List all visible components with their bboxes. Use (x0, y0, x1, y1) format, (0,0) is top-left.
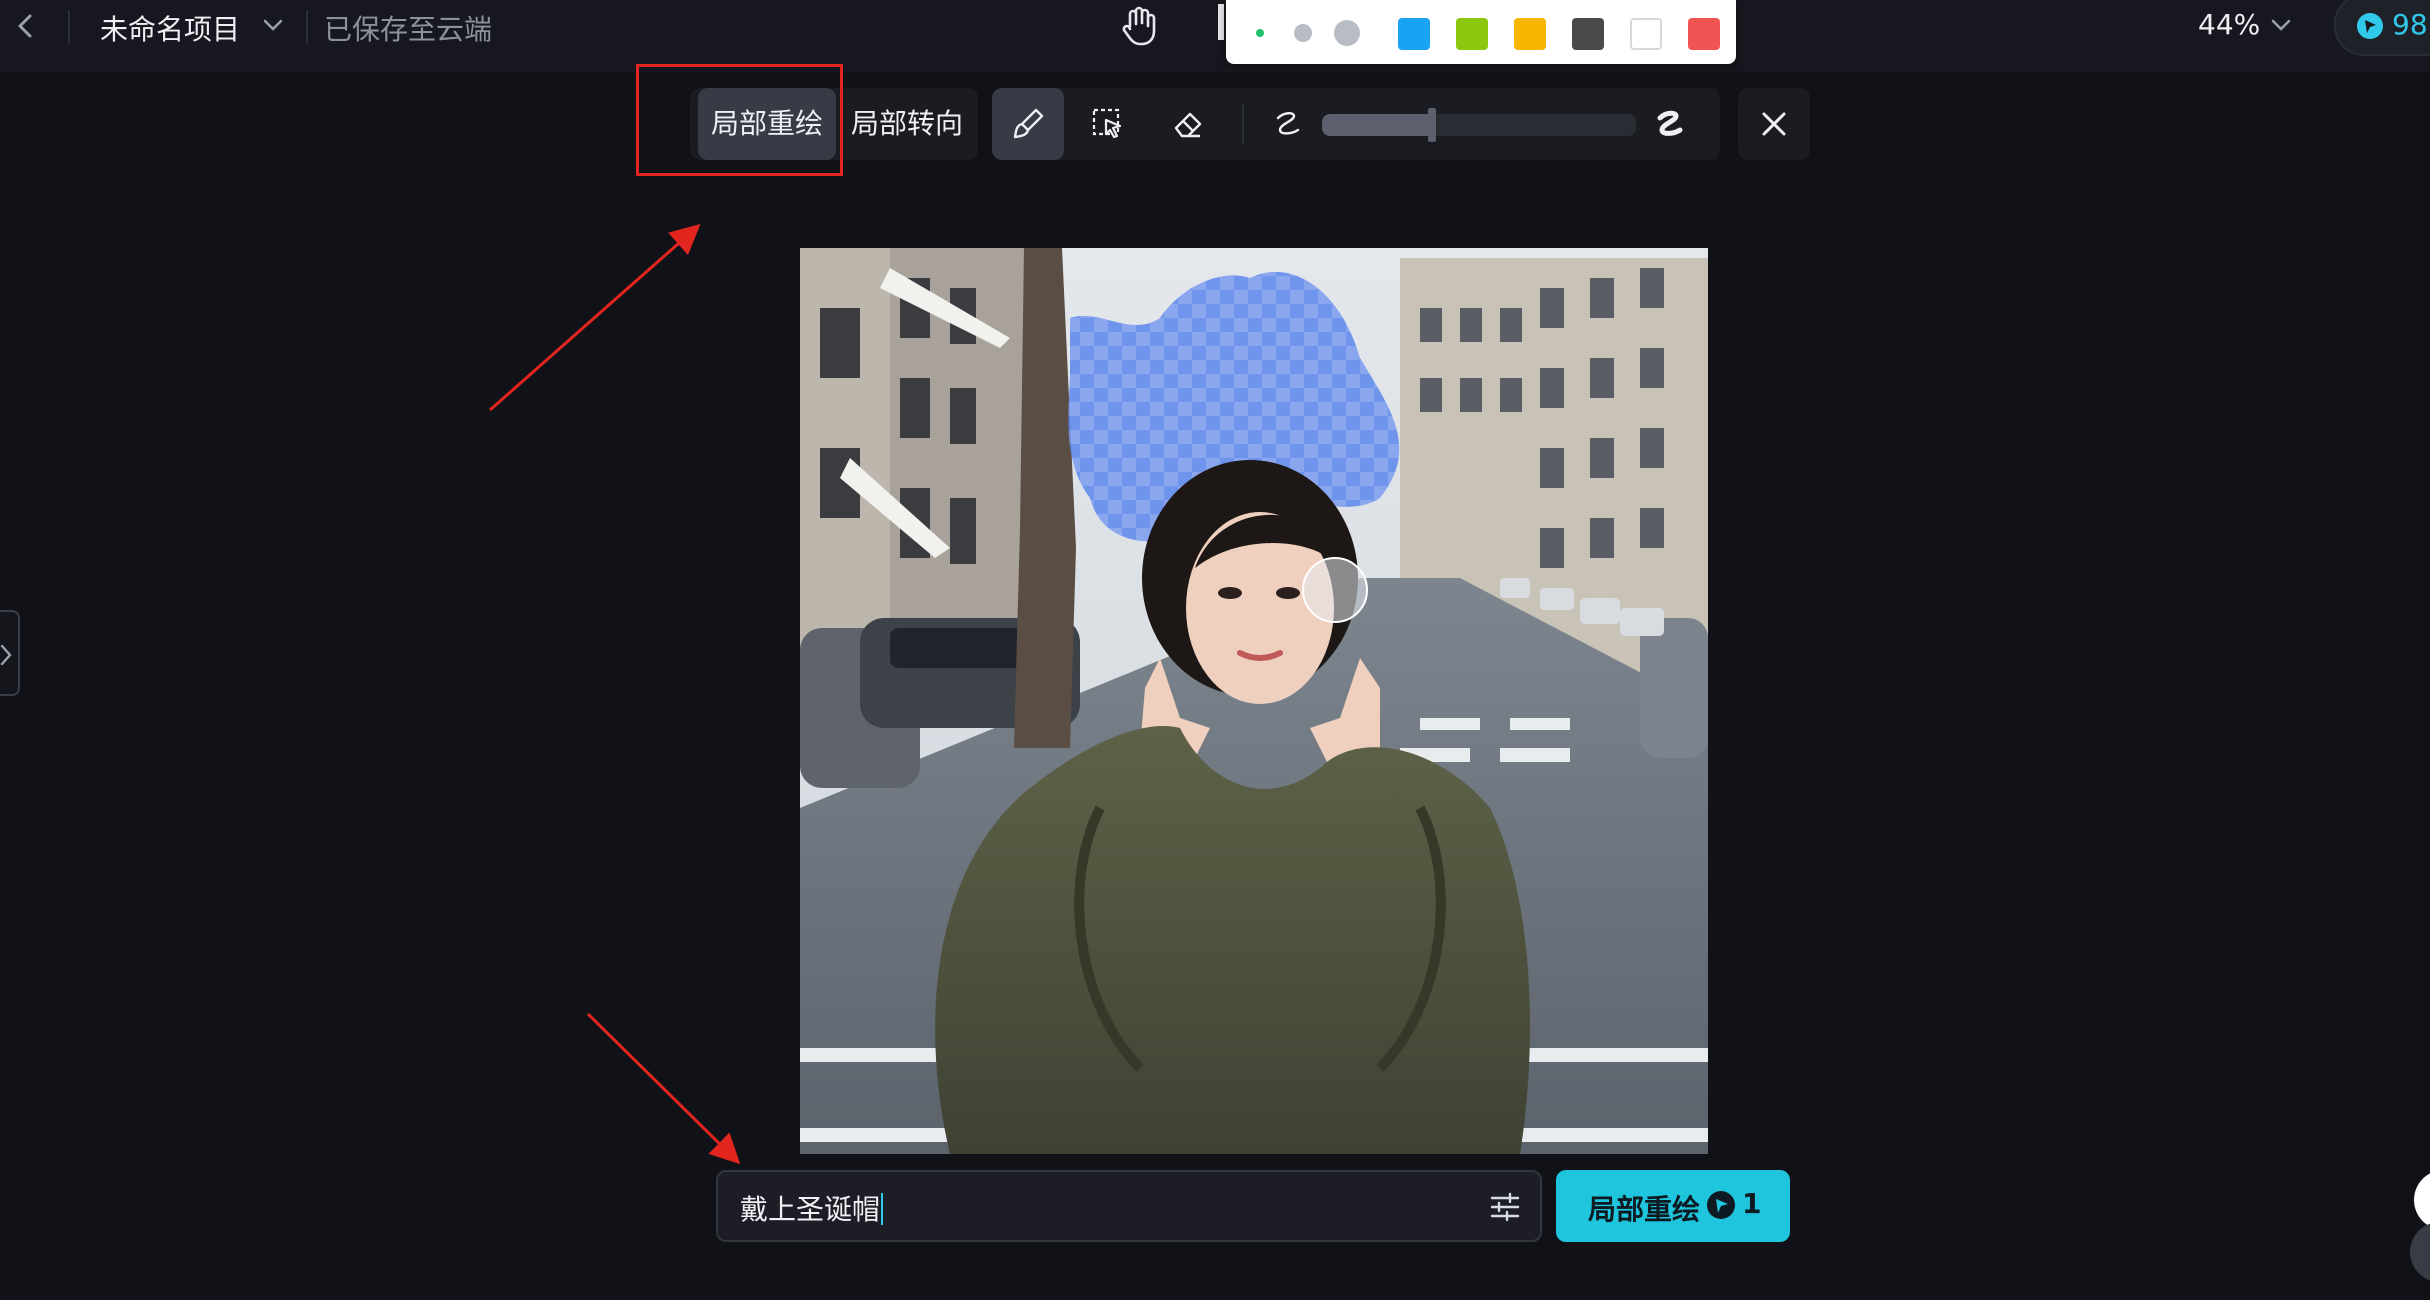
color-swatch-dark-gray[interactable] (1572, 18, 1604, 50)
annotation-arrow-bottom (586, 1012, 741, 1165)
sidebar-toggle[interactable] (0, 610, 20, 696)
credits-icon (2357, 13, 2383, 39)
back-chevron-icon[interactable] (6, 6, 46, 46)
project-name[interactable]: 未命名项目 (100, 8, 240, 48)
smart-select-icon[interactable] (1072, 88, 1144, 160)
divider (306, 10, 308, 44)
close-button[interactable] (1738, 88, 1810, 160)
divider (1242, 104, 1244, 144)
credits-count: 98 (2392, 8, 2428, 41)
chevron-down-icon[interactable] (2266, 10, 2296, 40)
annotation-highlight-box (636, 64, 843, 176)
floating-action-button-secondary[interactable] (2410, 1222, 2430, 1282)
color-swatch-yellow[interactable] (1514, 18, 1546, 50)
brush-size-handle[interactable] (1427, 108, 1436, 142)
eraser-icon[interactable] (1152, 88, 1224, 160)
local-repaint-submit-button[interactable]: 局部重绘 1 (1556, 1170, 1790, 1242)
top-bar: 未命名项目 已保存至云端 44% 98 (0, 0, 2430, 72)
brush-size-small[interactable] (1256, 29, 1264, 37)
color-swatch-red[interactable] (1688, 18, 1720, 50)
credits-badge[interactable]: 98 (2334, 0, 2430, 56)
submit-label: 局部重绘 (1588, 1193, 1701, 1226)
brush-icon[interactable] (992, 88, 1064, 160)
brush-toolbar (992, 88, 1720, 160)
prompt-input[interactable]: 戴上圣诞帽 (716, 1170, 1542, 1242)
brush-size-medium[interactable] (1294, 24, 1312, 42)
thick-brush-icon (1657, 110, 1683, 136)
submit-cost: 1 (1742, 1187, 1762, 1220)
brush-palette (1226, 0, 1736, 64)
thin-brush-icon (1276, 112, 1300, 135)
color-swatch-white[interactable] (1630, 18, 1662, 50)
chevron-right-icon (0, 644, 12, 666)
toolbar-partial-icon (1218, 4, 1224, 40)
canvas-image[interactable] (800, 248, 1708, 1154)
settings-sliders-icon[interactable] (1488, 1190, 1522, 1224)
text-caret (881, 1193, 884, 1225)
hand-icon[interactable] (1118, 4, 1158, 48)
floating-action-button[interactable] (2414, 1170, 2430, 1230)
color-swatch-blue[interactable] (1398, 18, 1430, 50)
annotation-arrow-top (489, 224, 701, 412)
save-status: 已保存至云端 (324, 13, 493, 46)
color-swatch-green[interactable] (1456, 18, 1488, 50)
divider (68, 10, 70, 44)
close-icon (1762, 112, 1786, 136)
chevron-down-icon[interactable] (258, 10, 288, 40)
inpaint-editor: 未命名项目 已保存至云端 44% 98 局部重绘 局部转向 戴上圣诞帽 局部重绘… (0, 0, 2430, 1300)
zoom-level[interactable]: 44% (2198, 8, 2260, 41)
prompt-text[interactable]: 戴上圣诞帽 (740, 1188, 884, 1228)
brush-size-large[interactable] (1334, 20, 1360, 46)
mode-local-turn[interactable]: 局部转向 (842, 88, 972, 160)
brush-size-fill (1322, 114, 1432, 136)
prompt-value: 戴上圣诞帽 (740, 1193, 881, 1226)
brush-size-slider[interactable] (1322, 114, 1636, 136)
credits-icon (1707, 1191, 1735, 1219)
